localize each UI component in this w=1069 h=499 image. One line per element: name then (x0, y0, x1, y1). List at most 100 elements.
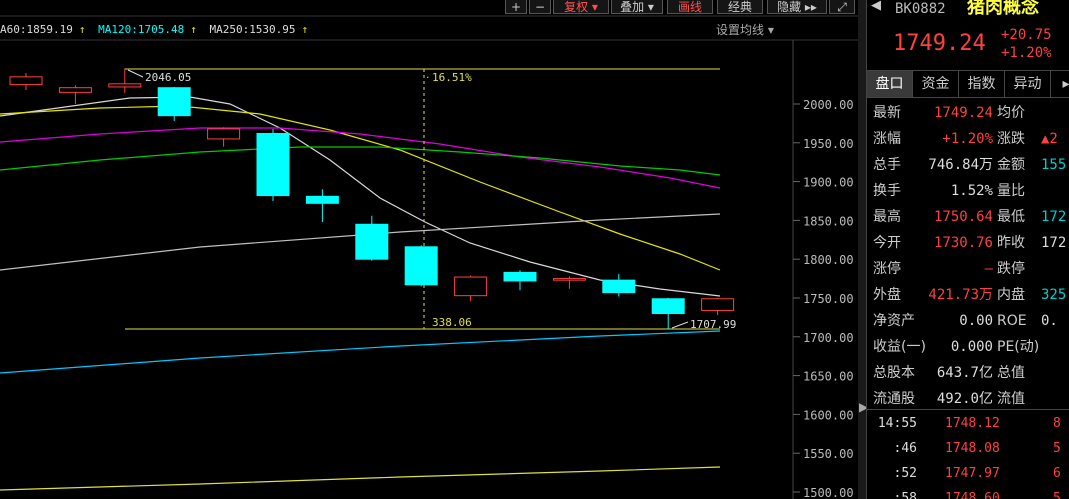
stat-value: 172 (1041, 235, 1067, 251)
zoom-in-button[interactable]: + (505, 0, 527, 14)
ma250-arrow: ↑ (301, 23, 309, 36)
y-tick-label: 1500.00 (803, 486, 854, 499)
overlay-dropdown[interactable]: 叠加 ▾ (611, 0, 663, 14)
tick-volume: 8 (1053, 416, 1061, 431)
stat-value: +1.20% (942, 131, 993, 147)
stat-label: 收益(一) (873, 339, 926, 355)
panel-splitter[interactable]: ▶ (858, 0, 868, 499)
kline-chart[interactable]: 2000.00 1950.00 1900.00 1850.00 1800.00 1750.… (0, 0, 858, 499)
ma60-line (0, 146, 721, 176)
stat-value: 746.84万 (928, 157, 993, 173)
stat-value: 0.000 (950, 339, 993, 355)
tick-time: :58 (893, 491, 917, 499)
zoom-out-button[interactable]: − (529, 0, 551, 14)
current-price: 1749.24 (893, 31, 986, 56)
stat-row: 今开 1730.76 昨收 172 (873, 230, 1069, 256)
price-change-pct: +1.20% (1001, 45, 1052, 61)
low-price-label: 1707.99 (690, 318, 736, 331)
stat-label: 涨跌 (997, 131, 1025, 147)
high-pointer-line (127, 69, 144, 78)
low-pointer-line (671, 321, 689, 329)
y-tick-label: 1600.00 (803, 408, 854, 422)
stat-row: 收益(一) 0.000 PE(动) (873, 334, 1069, 360)
draw-line-button[interactable]: 画线 (667, 0, 713, 14)
stat-row: 总手 746.84万金额 155.2 (873, 152, 1069, 178)
sector-code: BK0882 (895, 1, 946, 17)
ma60-arrow: ↑ (78, 23, 86, 36)
hide-button[interactable]: 隐藏 ▸▸ (767, 0, 827, 14)
stat-row: 最高 1750.64 最低 172 (873, 204, 1069, 230)
candle-body (157, 87, 191, 117)
stat-label: 量比 (997, 183, 1025, 199)
tick-volume: 6 (1053, 466, 1061, 481)
tick-price: 1748.12 (945, 416, 1000, 431)
tick-row: 14:55 1748.12 8 (867, 411, 1069, 437)
fullscreen-icon[interactable]: ⤢ (829, 0, 855, 14)
tick-row: :52 1747.97 6 (867, 461, 1069, 487)
sector-name: 猪肉概念 (967, 0, 1039, 18)
tab-yidong[interactable]: 异动 (1005, 71, 1051, 97)
ma-legend: A60:1859.19 ↑ MA120:1705.48 ↑ MA250:1530.9… (0, 20, 314, 40)
stat-label: 净资产 (873, 313, 915, 329)
y-tick-label: 1900.00 (803, 176, 854, 190)
range-pct-label: 16.51% (432, 71, 472, 84)
candle-body (651, 298, 685, 315)
tab-zhishu[interactable]: 指数 (959, 71, 1005, 97)
candle-body (9, 76, 43, 86)
candle-body (454, 276, 488, 297)
kline-svg[interactable]: 2000.00 1950.00 1900.00 1850.00 1800.00 1750.… (0, 0, 858, 499)
high-price-label: 2046.05 (145, 71, 191, 84)
candle-body (58, 87, 92, 93)
stat-label: 昨收 (997, 235, 1025, 251)
stat-value: 643.7亿 (936, 365, 993, 381)
stat-value: 1.52% (950, 183, 993, 199)
stat-label: 最低 (997, 209, 1025, 225)
stat-row: 最新 1749.24 均价 (873, 100, 1069, 126)
tab-pankou[interactable]: 盘口 (867, 71, 913, 97)
stat-label: 涨停 (873, 261, 901, 277)
stat-label: 外盘 (873, 287, 901, 303)
tick-volume: 5 (1053, 441, 1061, 456)
stat-label: 均价 (997, 105, 1025, 121)
stat-row: 外盘 421.73万内盘 325.1 (873, 282, 1069, 308)
stat-label: 总股本 (873, 365, 915, 381)
stat-label: ROE (997, 313, 1027, 329)
candle-body (256, 132, 290, 197)
stat-value: 172 (1041, 209, 1067, 225)
ma20-line (0, 127, 721, 189)
tab-more-icon[interactable]: ▸ (1051, 71, 1069, 97)
tick-price: 1748.60 (945, 491, 1000, 499)
y-tick-label: 2000.00 (803, 98, 854, 112)
candle-body (503, 271, 537, 282)
y-tick-label: 1650.00 (803, 370, 854, 384)
stat-label: 换手 (873, 183, 901, 199)
stat-label: 今开 (873, 235, 901, 251)
candle-body (355, 223, 389, 260)
stat-row: 总股本 643.7亿 总值 (873, 360, 1069, 386)
ma60-label: A60:1859.19 (0, 23, 73, 36)
tick-time: :52 (893, 466, 917, 481)
stat-value: 155.2 (1041, 157, 1069, 173)
ma5-line (0, 96, 721, 297)
ma-long-line (0, 466, 721, 491)
tab-zijin[interactable]: 资金 (913, 71, 959, 97)
ma-settings-button[interactable]: 设置均线 ▾ (716, 20, 774, 40)
candle-body (552, 278, 586, 281)
classic-button[interactable]: 经典 (717, 0, 763, 14)
stat-row: 涨停 — 跌停 (873, 256, 1069, 282)
stat-value: 0. (1041, 313, 1058, 329)
candle-body (701, 298, 735, 311)
ma120-label: MA120:1705.48 (98, 23, 185, 36)
tick-volume: 5 (1053, 491, 1061, 499)
stat-row: 涨幅 +1.20% 涨跌 ▲2 (873, 126, 1069, 152)
stat-label: 总手 (873, 157, 901, 173)
range-pct-marker: · (426, 71, 430, 84)
candle-body (207, 128, 241, 140)
candle-body (404, 246, 438, 286)
y-tick-label: 1700.00 (803, 331, 854, 345)
back-arrow-icon[interactable]: ◀ (871, 0, 881, 13)
stat-value: — (984, 261, 993, 277)
fuquan-dropdown[interactable]: 复权 ▾ (553, 0, 609, 14)
tick-time: 14:55 (877, 416, 917, 431)
stat-label: 最高 (873, 209, 901, 225)
